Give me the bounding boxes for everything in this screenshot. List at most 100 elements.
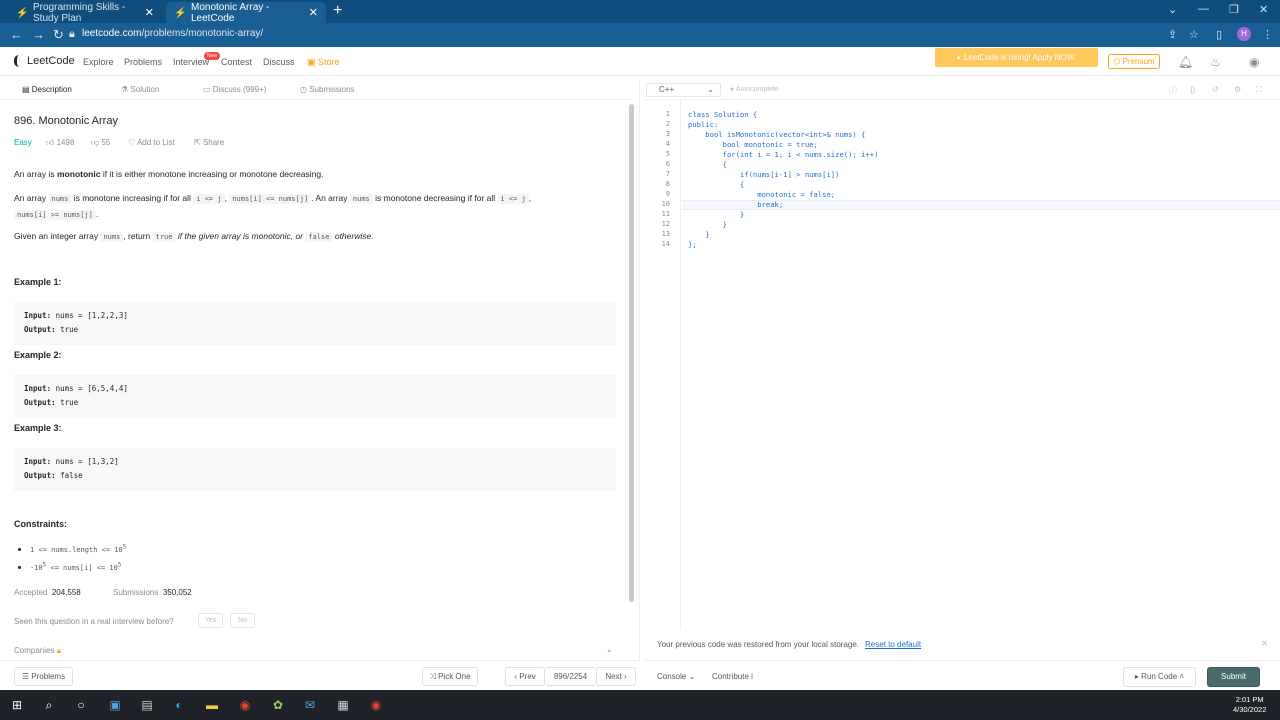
url-field[interactable]: leetcode.com/problems/monotonic-array/ xyxy=(82,28,263,39)
address-bar: ← → ↻ 🔒︎ leetcode.com/problems/monotonic… xyxy=(0,23,1280,47)
example-output: true xyxy=(60,397,79,407)
no-button[interactable]: No xyxy=(230,613,255,628)
input-label: Input: xyxy=(24,384,52,393)
nav-problems[interactable]: Problems xyxy=(124,57,162,67)
search-icon[interactable]: ⌕ xyxy=(41,697,57,713)
new-badge: New xyxy=(204,52,221,60)
chevron-down-icon: ⌄ xyxy=(707,85,714,94)
share-icon[interactable]: ⇪ xyxy=(1168,28,1177,41)
code-editor[interactable]: class Solution {public: bool isMonotonic… xyxy=(688,110,878,250)
info-icon[interactable]: ⓘ xyxy=(1169,85,1177,96)
run-code-button[interactable]: ▸ Run Code ˄ xyxy=(1123,667,1196,687)
nav-contest[interactable]: Contest xyxy=(221,57,252,67)
output-label: Output: xyxy=(24,397,56,407)
reset-icon[interactable]: ↺ xyxy=(1212,85,1219,94)
forward-icon[interactable]: → xyxy=(32,27,45,42)
system-clock[interactable]: 2:01 PM 4/30/2022 xyxy=(1233,695,1266,715)
mail-icon[interactable]: ✉ xyxy=(302,697,318,713)
lock-icon[interactable]: 🔒︎ xyxy=(69,28,75,41)
like-button[interactable]: 👍︎ 1498 xyxy=(46,138,74,148)
code-line: break; xyxy=(688,200,784,209)
text: , return xyxy=(123,231,153,241)
braces-icon[interactable]: {} xyxy=(1190,85,1195,94)
submit-button[interactable]: Submit xyxy=(1207,667,1260,687)
contribute-link[interactable]: Contribute i xyxy=(712,672,753,681)
tab-search-icon[interactable]: ⌄ xyxy=(1168,3,1177,16)
nav-discuss[interactable]: Discuss xyxy=(263,57,295,67)
autocomplete-toggle[interactable]: ● Autocomplete xyxy=(730,86,779,93)
settings-gear-icon[interactable]: ⚙ xyxy=(1234,85,1241,94)
close-icon[interactable]: ✕ xyxy=(1261,639,1268,648)
file-explorer-icon[interactable]: ▬ xyxy=(204,697,220,713)
browser-tab-label: Monotonic Array - LeetCode xyxy=(191,1,270,24)
editor-toolbar: C++ ⌄ ● Autocomplete ⓘ {} ↺ ⚙ ⛶ xyxy=(644,80,1280,100)
close-icon[interactable]: ✕ xyxy=(145,6,154,19)
reload-icon[interactable]: ↻ xyxy=(53,27,64,43)
fullscreen-icon[interactable]: ⛶ xyxy=(1256,85,1262,95)
app-icon[interactable]: ▦ xyxy=(335,697,351,713)
example-input: nums = [1,2,2,3] xyxy=(55,311,128,320)
chevron-down-icon[interactable]: ⌄ xyxy=(606,645,613,654)
tab-submissions[interactable]: ◷ Submissions xyxy=(300,85,355,94)
hiring-banner[interactable]: 🔈︎ LeetCode is hiring! Apply NOW. xyxy=(935,48,1098,67)
pick-one-label: Pick One xyxy=(438,672,471,681)
tab-solution[interactable]: ⚗ Solution xyxy=(121,85,159,94)
premium-button[interactable]: ⬡ Premium xyxy=(1108,54,1160,69)
task-view-icon[interactable]: ○ xyxy=(73,697,89,713)
profile-avatar[interactable]: H xyxy=(1237,27,1251,41)
input-label: Input: xyxy=(24,311,52,320)
nav-explore[interactable]: Explore xyxy=(83,57,114,67)
app-icon[interactable]: ▤ xyxy=(139,697,155,713)
next-button[interactable]: Next › xyxy=(596,667,636,686)
windows-taskbar: ⊞ ⌕ ○ ▣ ▤ ◐ ▬ ◉ ✿ ✉ ▦ ◉ 2:01 PM 4/30/202… xyxy=(0,690,1280,720)
reset-default-link[interactable]: Reset to default xyxy=(865,640,921,649)
nav-store[interactable]: ▣ Store xyxy=(307,57,340,68)
console-toggle[interactable]: Console ⌄ xyxy=(657,672,695,681)
pane-divider[interactable] xyxy=(639,80,640,660)
windows-start-icon[interactable]: ⊞ xyxy=(9,697,25,713)
code-line: monotonic = false; xyxy=(688,190,836,199)
pick-one-button[interactable]: ⤨ Pick One xyxy=(422,667,478,686)
leetcode-logo[interactable]: LeetCode xyxy=(14,55,75,67)
user-avatar-icon[interactable]: ◉ xyxy=(1249,55,1259,69)
app-icon[interactable]: ▣ xyxy=(107,697,123,713)
autocomplete-label: Autocomplete xyxy=(735,86,779,93)
tab-description[interactable]: ▤ Description xyxy=(22,85,72,94)
close-icon[interactable]: ✕ xyxy=(309,6,318,19)
restore-window-icon[interactable]: ❐ xyxy=(1229,3,1239,16)
dislike-button[interactable]: 👎︎ 55 xyxy=(91,138,110,148)
streak-fire-icon[interactable]: ♨ xyxy=(1210,55,1221,69)
companies-section[interactable]: Companies 🔒︎ xyxy=(14,646,61,656)
description-scrollbar[interactable] xyxy=(629,104,634,602)
megaphone-icon: 🔈︎ xyxy=(956,53,964,62)
tab-discuss[interactable]: ▭ Discuss (999+) xyxy=(203,85,266,94)
prev-button[interactable]: ‹ Prev xyxy=(505,667,545,686)
example-3-heading: Example 3: xyxy=(14,423,62,433)
app-icon[interactable]: ✿ xyxy=(270,697,286,713)
chrome-icon[interactable]: ◉ xyxy=(237,697,253,713)
chrome-icon[interactable]: ◉ xyxy=(368,697,384,713)
clock-icon: ◷ xyxy=(300,85,310,94)
text: An array xyxy=(14,193,49,203)
paragraph-monotone-def: An array nums is monotone increasing if … xyxy=(14,191,604,223)
add-to-list-button[interactable]: ♡ Add to List xyxy=(128,138,175,147)
superscript: 5 xyxy=(117,562,122,569)
more-menu-icon[interactable]: ⋮ xyxy=(1262,28,1273,41)
close-window-icon[interactable]: ✕ xyxy=(1259,3,1268,16)
accepted-value: 204,558 xyxy=(51,588,81,597)
back-icon[interactable]: ← xyxy=(10,27,23,42)
browser-tab-monotonic-array[interactable]: ⚡ Monotonic Array - LeetCode ✕ xyxy=(166,1,326,24)
language-select[interactable]: C++ ⌄ xyxy=(646,83,721,97)
yes-button[interactable]: Yes xyxy=(198,613,223,628)
browser-tab-study-plan[interactable]: ⚡ Programming Skills - Study Plan ✕ xyxy=(8,2,162,24)
nav-interview[interactable]: Interview xyxy=(173,57,209,67)
notification-bell-icon[interactable]: 🔔︎ xyxy=(1178,55,1193,69)
new-tab-icon[interactable]: + xyxy=(333,2,342,20)
problems-list-button[interactable]: ☰ Problems xyxy=(14,667,73,686)
lock-icon: 🔒︎ xyxy=(56,646,61,655)
bookmark-star-icon[interactable]: ☆ xyxy=(1189,28,1199,41)
edge-icon[interactable]: ◐ xyxy=(171,697,187,713)
minimize-icon[interactable]: — xyxy=(1198,3,1209,15)
side-panel-icon[interactable]: ▯ xyxy=(1216,28,1222,41)
share-button[interactable]: ⇱ Share xyxy=(194,138,224,147)
